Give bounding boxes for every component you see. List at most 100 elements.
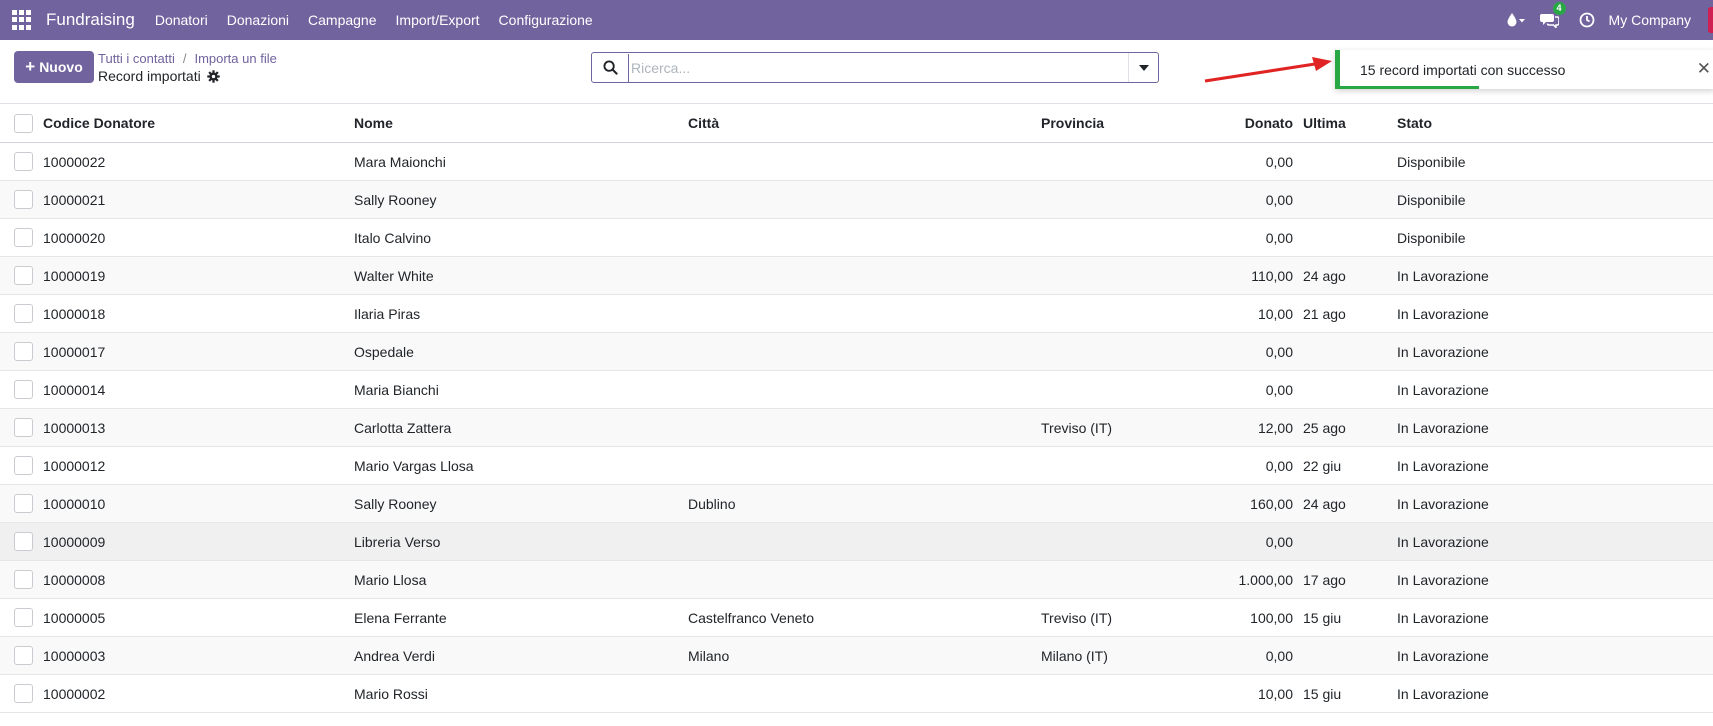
table-row[interactable]: 10000022 Mara Maionchi 0,00 Disponibile — [0, 143, 1713, 181]
new-button[interactable]: + Nuovo — [14, 51, 94, 83]
cell-status: In Lavorazione — [1397, 685, 1489, 702]
search-options-toggle[interactable] — [1128, 53, 1158, 82]
menu-campagne[interactable]: Campagne — [308, 12, 377, 28]
row-checkbox[interactable] — [14, 342, 33, 361]
cell-status: Disponibile — [1397, 153, 1466, 170]
cell-city: Castelfranco Veneto — [688, 609, 815, 626]
cell-city — [688, 371, 1041, 409]
row-checkbox[interactable] — [14, 532, 33, 551]
cell-province — [1041, 523, 1199, 561]
col-header-nome[interactable]: Nome — [354, 104, 688, 143]
close-icon[interactable]: ✕ — [1697, 59, 1711, 79]
app-name[interactable]: Fundraising — [46, 10, 135, 30]
table-row[interactable]: 10000010 Sally Rooney Dublino 160,00 24 ago I… — [0, 484, 1713, 523]
search-input[interactable] — [628, 53, 1128, 82]
col-header-donato[interactable]: Donato — [1199, 104, 1303, 143]
cell-name: Mario Rossi — [354, 685, 428, 702]
notification-message: 15 record importati con successo — [1360, 61, 1566, 78]
chat-icon[interactable]: 4 — [1539, 2, 1566, 28]
row-checkbox[interactable] — [14, 266, 33, 285]
table-row[interactable]: 10000002 Mario Rossi 10,00 15 giu In Lavoraz… — [0, 675, 1713, 713]
breadcrumb-all-contacts[interactable]: Tutti i contatti — [98, 51, 175, 66]
cell-city — [688, 333, 1041, 371]
notification-timer-bar — [1340, 86, 1479, 89]
cell-last: 24 ago — [1303, 495, 1346, 512]
col-header-codice[interactable]: Codice Donatore — [43, 104, 354, 143]
menu-donatori[interactable]: Donatori — [155, 12, 208, 28]
table-row[interactable]: 10000009 Libreria Verso 0,00 In Lavorazione — [0, 522, 1713, 561]
cell-last: 25 ago — [1303, 419, 1346, 436]
gear-icon[interactable] — [206, 69, 220, 83]
cell-name: Carlotta Zattera — [354, 419, 452, 436]
cell-donated: 0,00 — [1265, 229, 1293, 246]
row-checkbox[interactable] — [14, 418, 33, 437]
table-row[interactable]: 10000014 Maria Bianchi 0,00 In Lavorazione — [0, 371, 1713, 409]
col-header-ultima[interactable]: Ultima — [1303, 104, 1397, 143]
row-checkbox[interactable] — [14, 228, 33, 247]
table-row[interactable]: 10000013 Carlotta Zattera Treviso (IT) 12,0… — [0, 408, 1713, 447]
cell-last — [1303, 333, 1397, 371]
cell-code: 10000017 — [43, 343, 106, 360]
row-checkbox[interactable] — [14, 456, 33, 475]
cell-last: 22 giu — [1303, 457, 1342, 474]
cell-code: 10000019 — [43, 267, 106, 284]
records-table: Codice Donatore Nome Città Provincia Don… — [0, 103, 1713, 713]
row-checkbox[interactable] — [14, 494, 33, 513]
table-row[interactable]: 10000020 Italo Calvino 0,00 Disponibile — [0, 219, 1713, 257]
table-row[interactable]: 10000017 Ospedale 0,00 In Lavorazione — [0, 332, 1713, 371]
table-row[interactable]: 10000018 Ilaria Piras 10,00 21 ago In Lavora… — [0, 295, 1713, 333]
user-avatar[interactable] — [1708, 7, 1713, 33]
cell-province: Treviso (IT) — [1041, 419, 1113, 436]
col-header-provincia[interactable]: Provincia — [1041, 104, 1199, 143]
table-row[interactable]: 10000019 Walter White 110,00 24 ago In Lavor… — [0, 256, 1713, 295]
cell-last: 15 giu — [1303, 685, 1342, 702]
menu-donazioni[interactable]: Donazioni — [227, 12, 289, 28]
cell-city — [688, 181, 1041, 219]
cell-name: Mario Vargas Llosa — [354, 457, 474, 474]
cell-city — [688, 143, 1041, 181]
cell-donated: 0,00 — [1265, 191, 1293, 208]
row-checkbox[interactable] — [14, 646, 33, 665]
cell-city — [688, 219, 1041, 257]
cell-donated: 1.000,00 — [1238, 571, 1294, 588]
row-checkbox[interactable] — [14, 152, 33, 171]
table-row[interactable]: 10000008 Mario Llosa 1.000,00 17 ago In Lavo… — [0, 560, 1713, 599]
company-switcher[interactable]: My Company — [1609, 12, 1691, 28]
row-checkbox[interactable] — [14, 608, 33, 627]
cell-code: 10000014 — [43, 381, 106, 398]
cell-province — [1041, 561, 1199, 599]
top-navbar: Fundraising Donatori Donazioni Campagne … — [0, 0, 1713, 40]
table-row[interactable]: 10000021 Sally Rooney 0,00 Disponibile — [0, 180, 1713, 219]
table-row[interactable]: 10000012 Mario Vargas Llosa 0,00 22 giu In L… — [0, 447, 1713, 485]
table-row[interactable]: 10000005 Elena Ferrante Castelfranco Venet… — [0, 599, 1713, 637]
col-header-stato[interactable]: Stato — [1397, 104, 1713, 143]
apps-grid-icon[interactable] — [12, 10, 32, 30]
menu-configurazione[interactable]: Configurazione — [499, 12, 593, 28]
droplet-icon[interactable] — [1506, 12, 1526, 28]
page-title-text: Record importati — [98, 68, 201, 84]
clock-icon[interactable] — [1579, 12, 1595, 28]
row-checkbox[interactable] — [14, 380, 33, 399]
cell-status: In Lavorazione — [1397, 343, 1489, 360]
cell-last: 17 ago — [1303, 571, 1346, 588]
cell-donated: 10,00 — [1257, 305, 1293, 322]
cell-name: Sally Rooney — [354, 191, 437, 208]
col-header-citta[interactable]: Città — [688, 104, 1041, 143]
cell-status: In Lavorazione — [1397, 457, 1489, 474]
cell-province — [1041, 219, 1199, 257]
cell-code: 10000021 — [43, 191, 106, 208]
select-all-checkbox[interactable] — [14, 113, 33, 133]
cell-city — [688, 257, 1041, 295]
cell-status: Disponibile — [1397, 191, 1466, 208]
row-checkbox[interactable] — [14, 190, 33, 209]
breadcrumb-import-file[interactable]: Importa un file — [194, 51, 276, 66]
cell-code: 10000012 — [43, 457, 106, 474]
cell-province: Treviso (IT) — [1041, 609, 1113, 626]
row-checkbox[interactable] — [14, 304, 33, 323]
row-checkbox[interactable] — [14, 570, 33, 589]
table-row[interactable]: 10000003 Andrea Verdi Milano Milano (IT) 0,0… — [0, 636, 1713, 675]
cell-status: In Lavorazione — [1397, 533, 1489, 550]
row-checkbox[interactable] — [14, 684, 33, 703]
menu-import-export[interactable]: Import/Export — [396, 12, 480, 28]
new-button-label: Nuovo — [39, 59, 83, 75]
